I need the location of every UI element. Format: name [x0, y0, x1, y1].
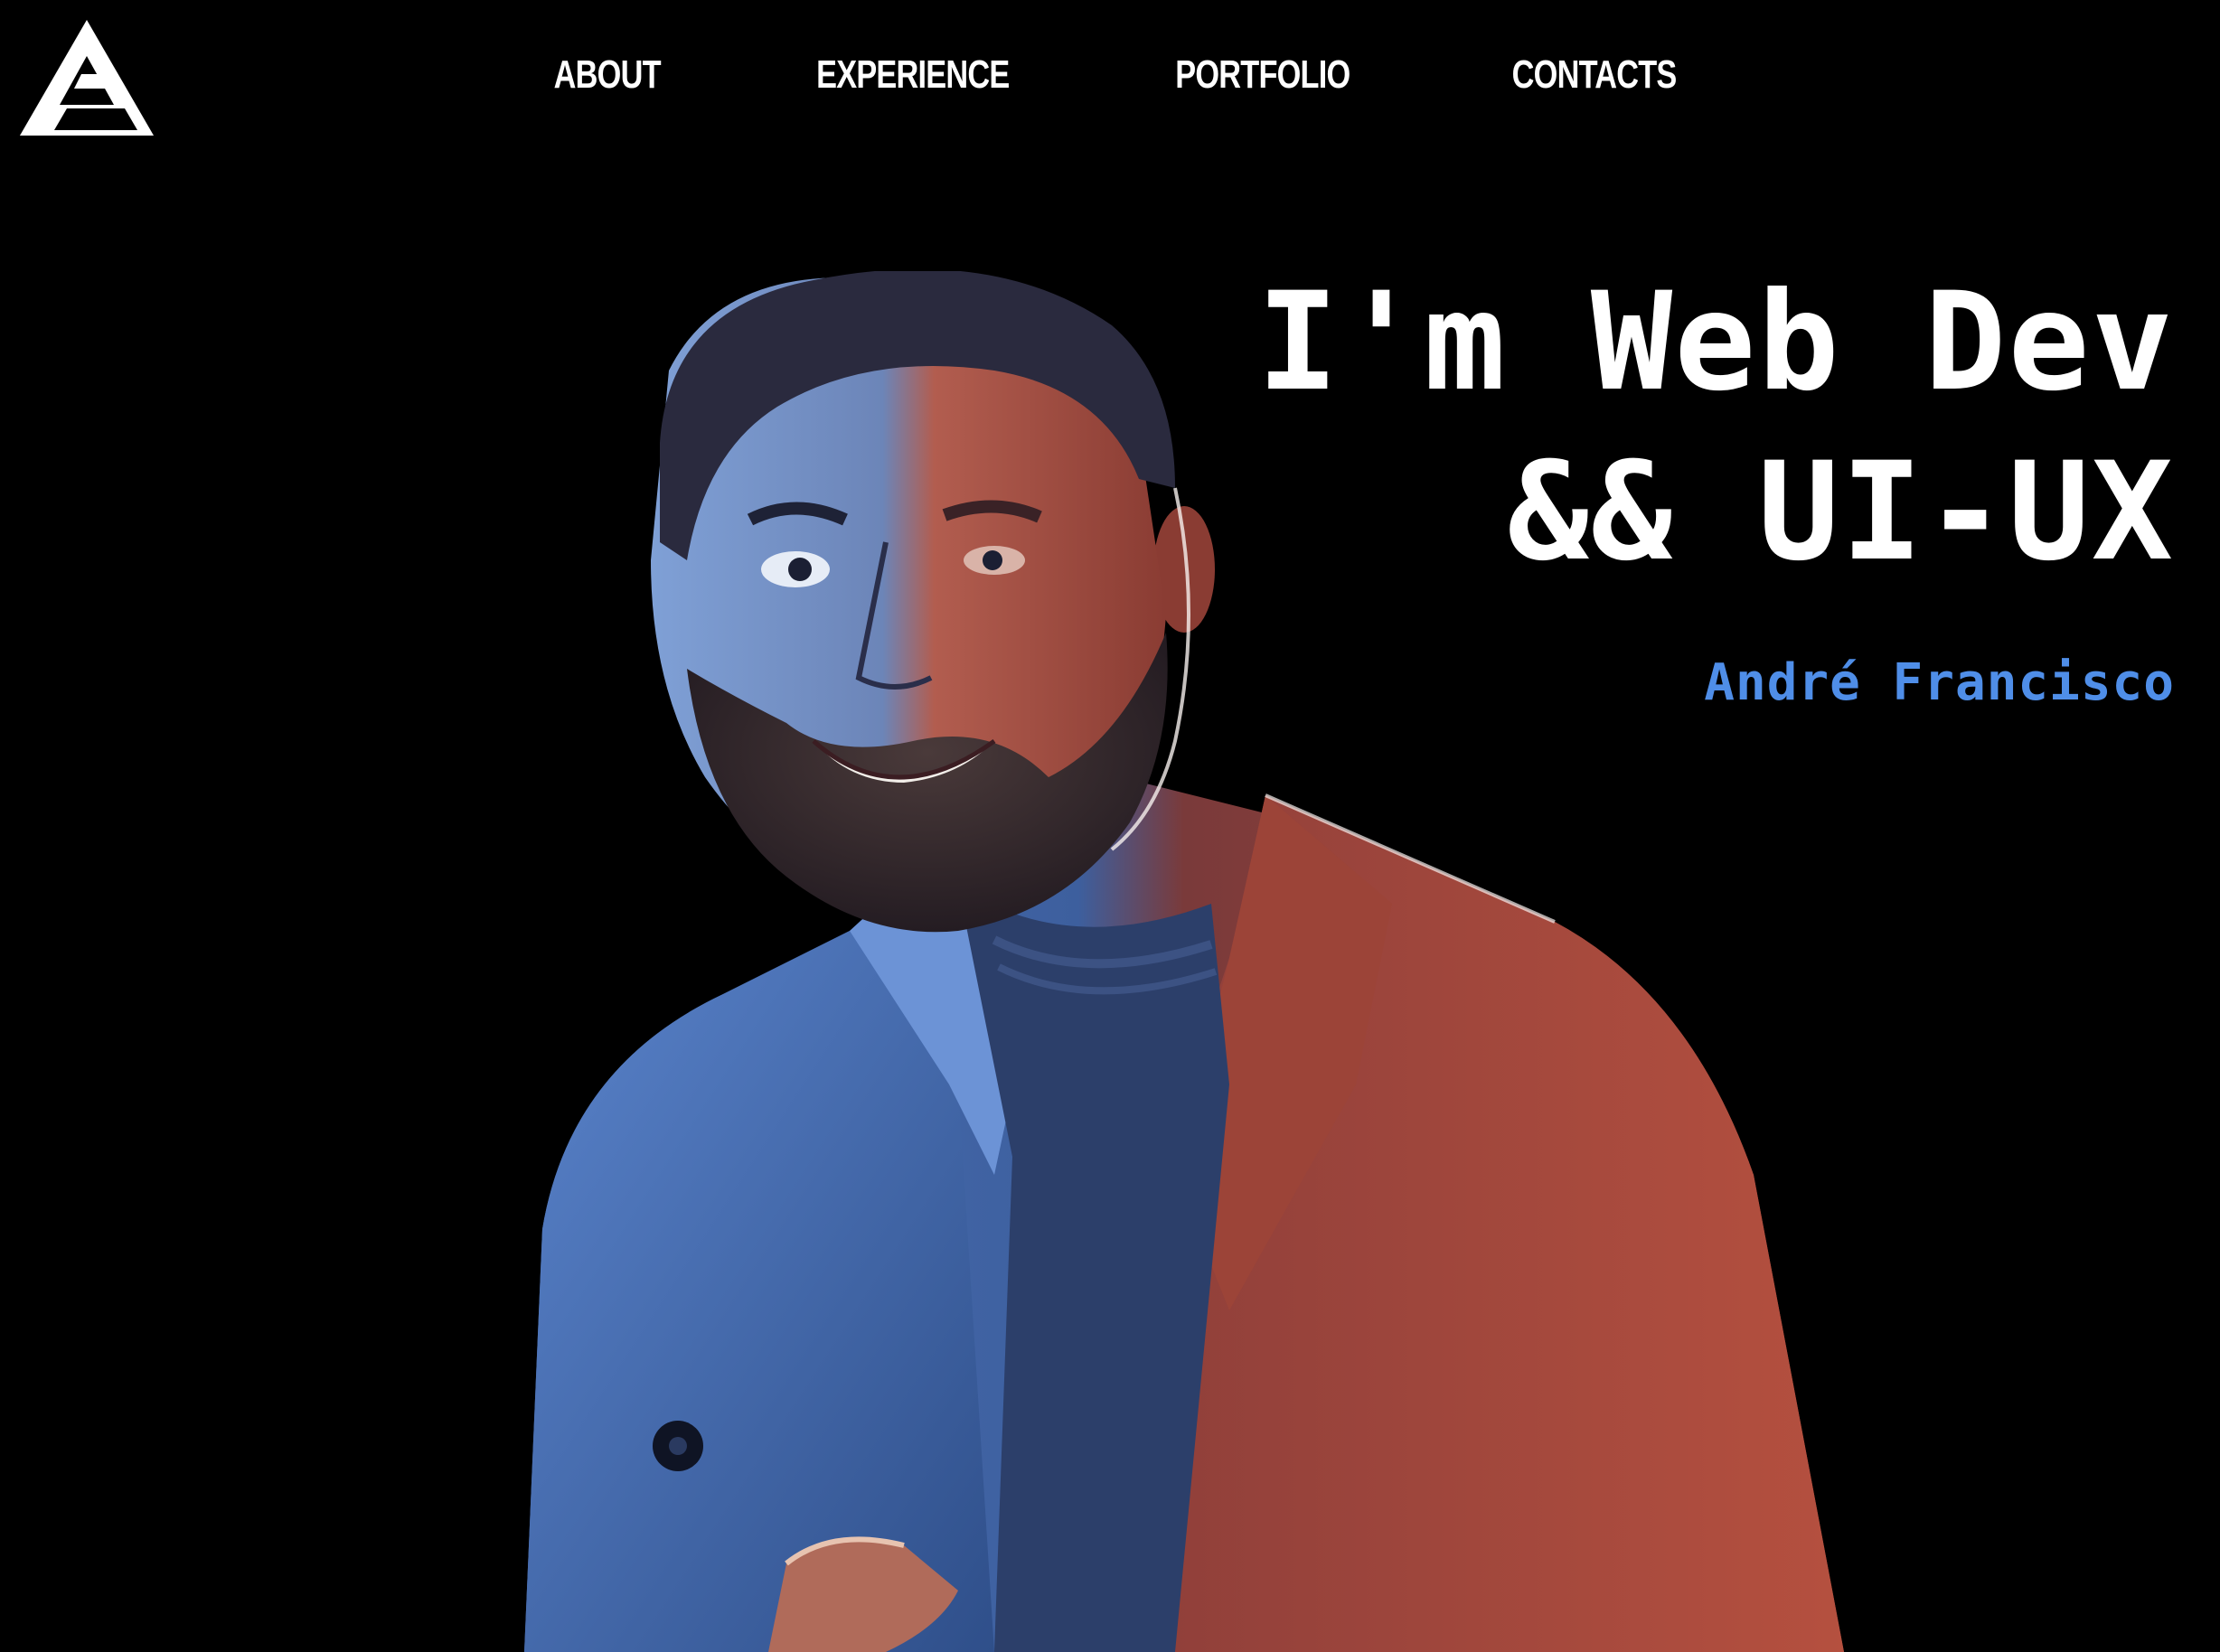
- hero-name: André Francisco: [1704, 653, 2175, 712]
- nav-experience[interactable]: EXPERIENCE: [817, 52, 1011, 98]
- main-nav: ABOUT EXPERIENCE PORTFOLIO CONTACTS: [0, 45, 2220, 105]
- nav-portfolio[interactable]: PORTFOLIO: [1175, 52, 1350, 98]
- hero-title: I'm Web Dev && UI-UX: [1090, 258, 2175, 597]
- hero-title-line-1: I'm Web Dev: [1256, 264, 2175, 421]
- hero-section: I'm Web Dev && UI-UX André Francisco: [1090, 258, 2175, 712]
- page: ABOUT EXPERIENCE PORTFOLIO CONTACTS I'm …: [0, 0, 2220, 1652]
- hero-title-line-2: && UI-UX: [1507, 434, 2175, 591]
- nav-about[interactable]: ABOUT: [554, 52, 662, 98]
- nav-contacts[interactable]: CONTACTS: [1511, 52, 1677, 98]
